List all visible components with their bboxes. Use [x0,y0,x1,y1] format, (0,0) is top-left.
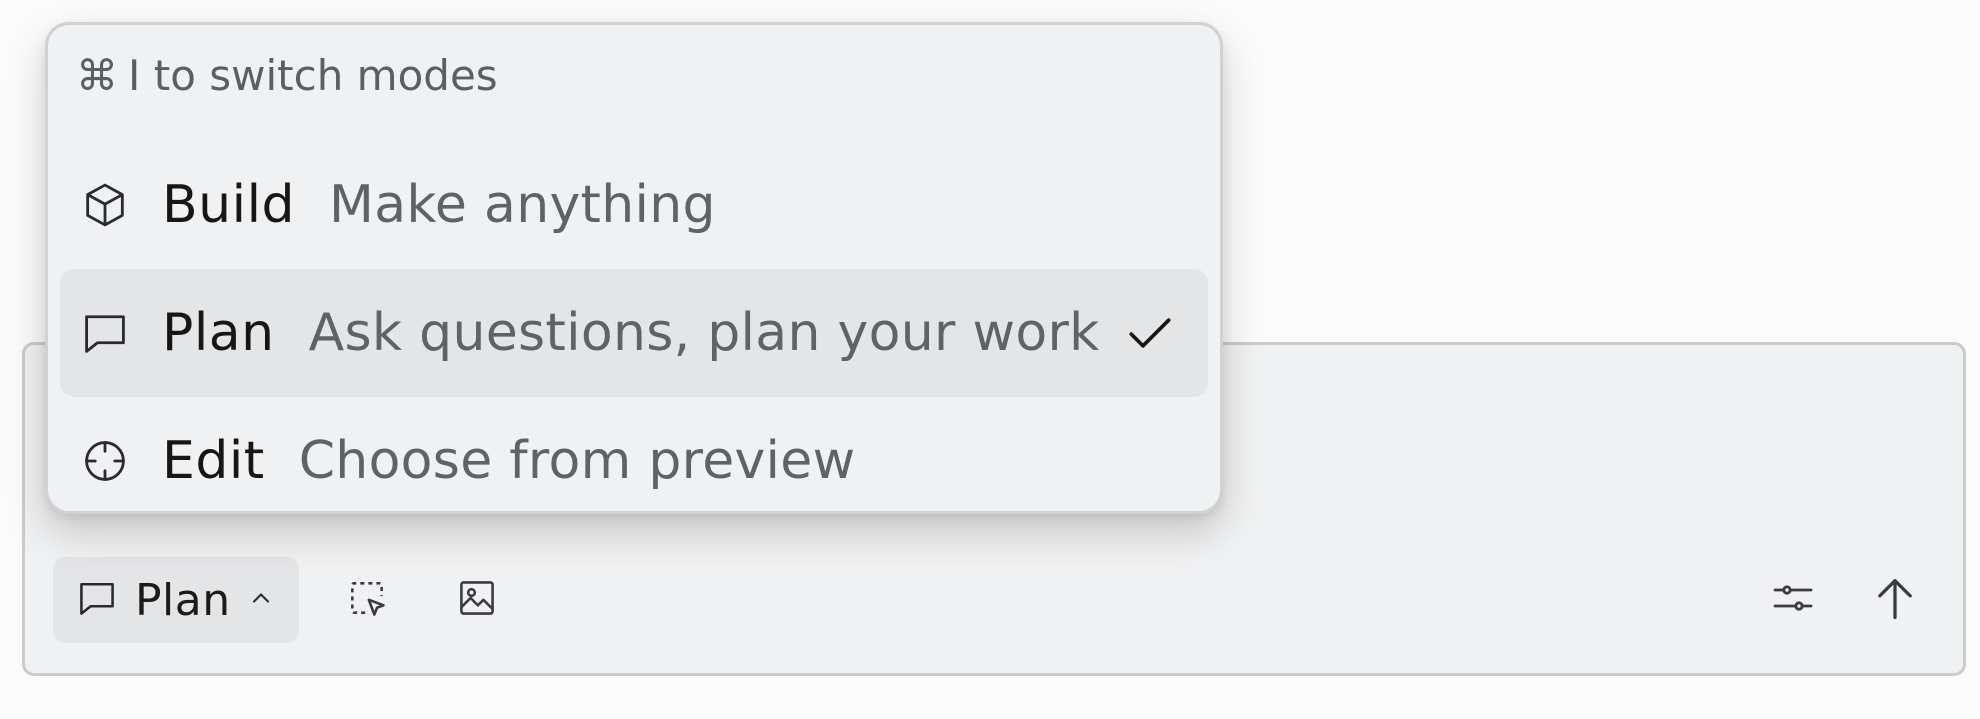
mode-option-edit[interactable]: Edit Choose from preview [60,397,1208,525]
mode-option-description: Make anything [329,175,716,235]
shortcut-hint-text: I to switch modes [128,51,498,100]
mode-option-build[interactable]: Build Make anything [60,141,1208,269]
chat-bubble-icon [75,576,119,624]
image-icon [455,576,499,624]
cube-icon [78,178,132,232]
send-button[interactable] [1855,560,1935,640]
mode-option-title: Build [162,175,296,235]
chevron-up-icon [247,584,275,616]
chat-bubble-icon [78,306,132,360]
mode-option-description: Ask questions, plan your work [308,303,1100,363]
settings-sliders-icon [1769,574,1817,626]
checkmark-icon [1122,305,1178,361]
composer-toolbar: Plan [53,557,1935,643]
mode-selector-button[interactable]: Plan [53,557,299,643]
command-key-glyph: ⌘ [76,51,118,100]
mode-selector-label: Plan [135,574,231,626]
crosshair-icon [78,434,132,488]
settings-button[interactable] [1753,560,1833,640]
mode-option-title: Edit [162,431,265,491]
mode-option-title: Plan [162,303,275,363]
send-arrow-icon [1869,572,1921,628]
attach-image-button[interactable] [437,560,517,640]
mode-option-plan[interactable]: Plan Ask questions, plan your work [60,269,1208,397]
mode-dropdown: ⌘ I to switch modes Build Make anything … [45,22,1223,514]
select-element-icon [345,576,389,624]
shortcut-hint: ⌘ I to switch modes [76,51,498,100]
mode-option-description: Choose from preview [298,431,856,491]
select-element-button[interactable] [327,560,407,640]
